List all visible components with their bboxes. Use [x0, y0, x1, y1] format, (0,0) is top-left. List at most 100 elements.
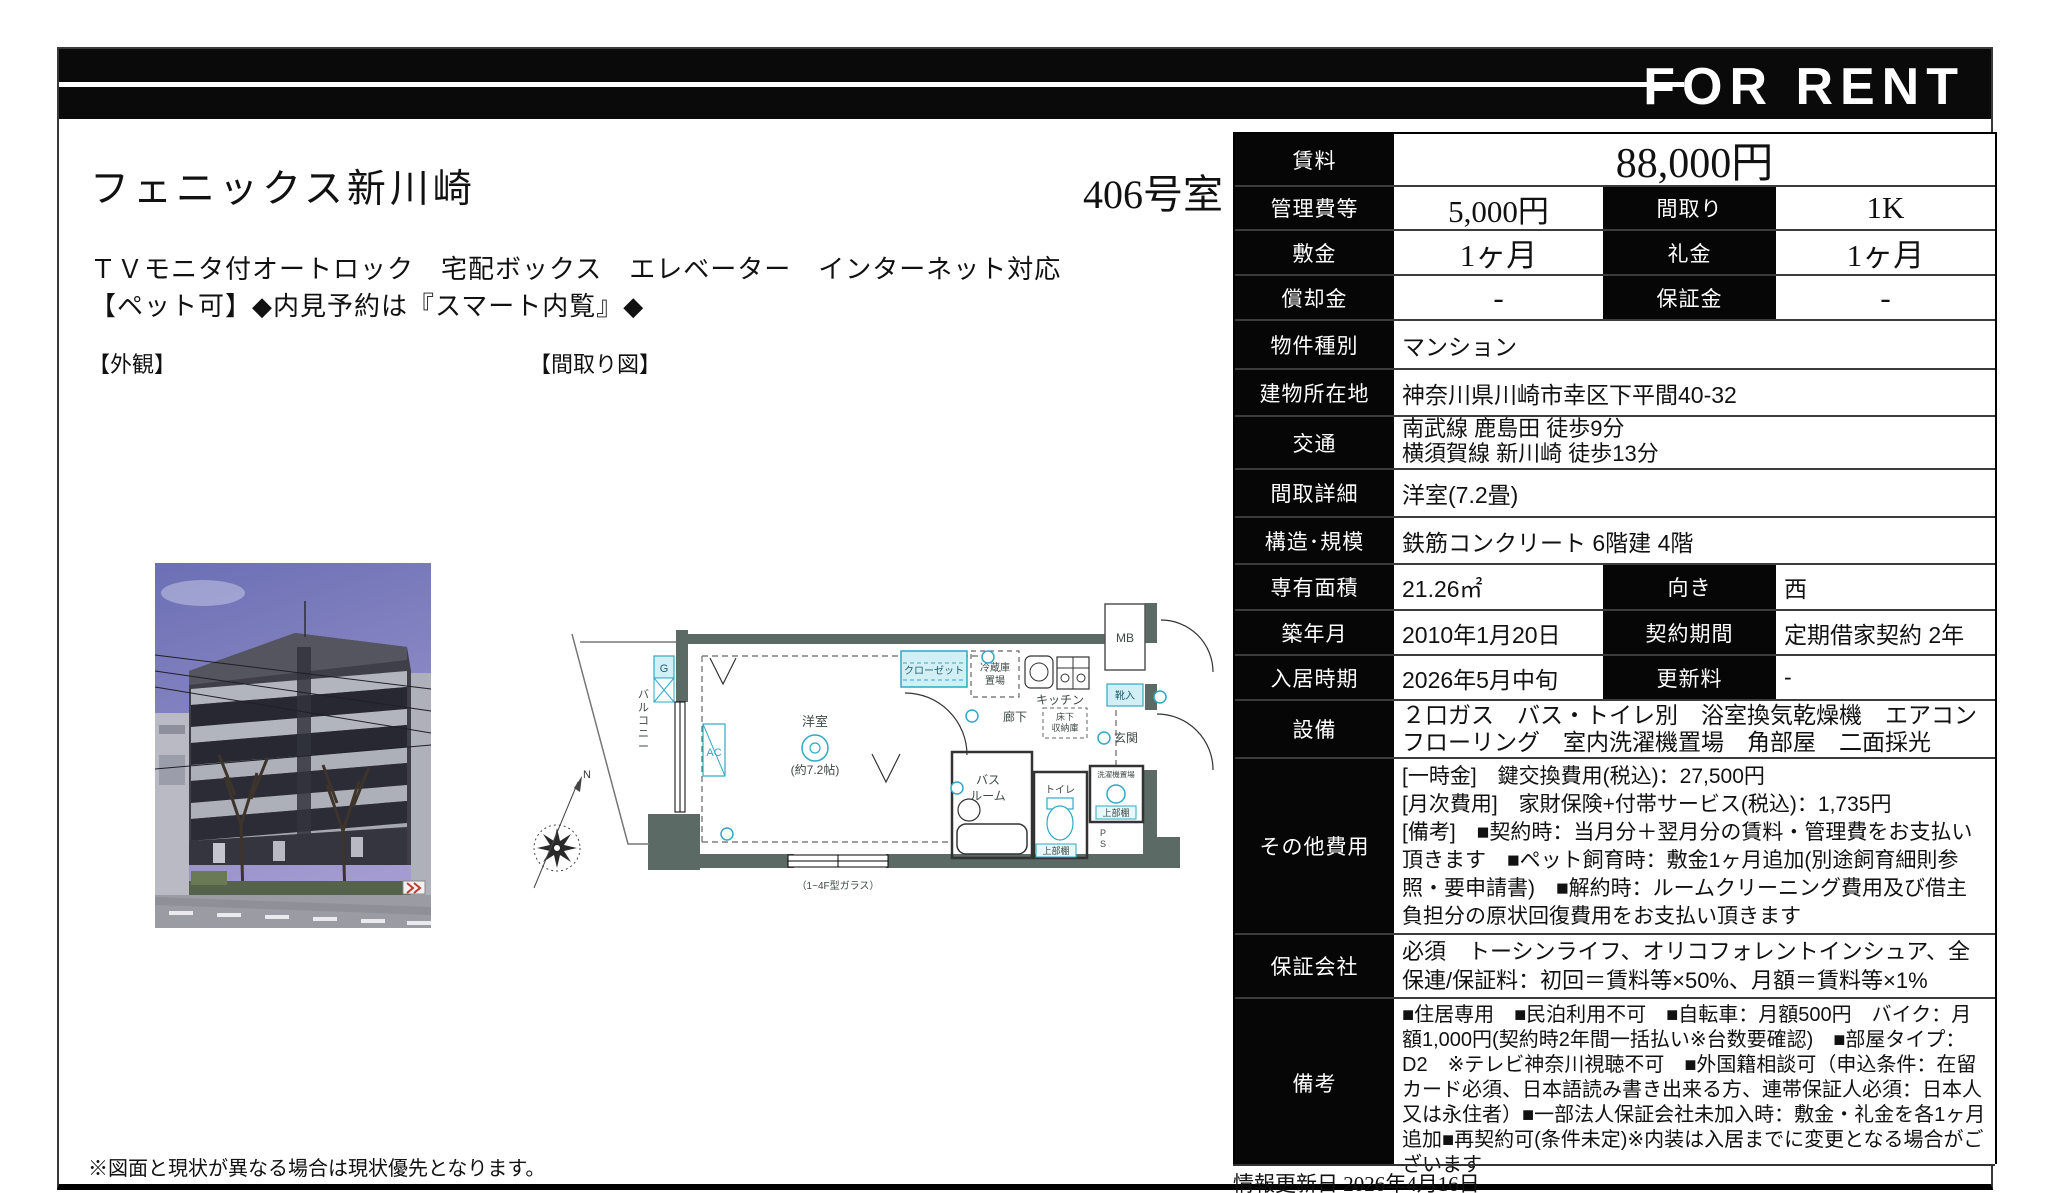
compass: N — [534, 769, 591, 888]
amortization-value: - — [1394, 276, 1603, 319]
key-money-value: 1ヶ月 — [1776, 231, 1995, 274]
mb-label: MB — [1116, 631, 1134, 645]
area-value: 21.26㎡ — [1394, 565, 1603, 609]
layout-detail-value: 洋室(7.2畳) — [1394, 470, 1995, 516]
fridge-label2: 置場 — [985, 674, 1005, 687]
rent-label: 賃料 — [1235, 134, 1394, 185]
other-costs-line1: [一時金] 鍵交換費用(税込)：27,500円 — [1402, 763, 1987, 791]
glass-note: （1~4F型ガラス） — [797, 879, 880, 892]
other-costs-line2: [月次費用] 家財保険+付帯サービス(税込)：1,735円 — [1402, 791, 1987, 819]
for-rent-title: FOR RENT — [1643, 57, 1965, 117]
road — [155, 895, 431, 928]
g-label: G — [660, 663, 669, 675]
underfloor-label: 床下 — [1056, 711, 1074, 722]
features-line1: ＴＶモニタ付オートロック 宅配ボックス エレベーター インターネット対応 — [90, 249, 1061, 286]
features-line2: 【ペット可】◆内見予約は『スマート内覧』◆ — [90, 286, 644, 323]
table-row: 入居時期 2026年5月中旬 更新料 - — [1235, 656, 1995, 701]
upper-shelf-label: 上部棚 — [1042, 845, 1069, 856]
table-row: 備考 ■住居専用 ■民泊利用不可 ■自転車：月額500円 バイク：月額1,000… — [1235, 999, 1995, 1166]
renewal-fee-label: 更新料 — [1603, 656, 1776, 699]
move-in-label: 入居時期 — [1235, 656, 1394, 699]
deposit-label: 敷金 — [1235, 231, 1394, 274]
kitchen-label: キッチン — [1036, 693, 1084, 707]
other-costs-value: [一時金] 鍵交換費用(税込)：27,500円 [月次費用] 家財保険+付帯サー… — [1394, 759, 1995, 933]
closet-label: クローゼット — [904, 665, 964, 677]
guarantor-company-text: 必須 トーシンライフ、オリコフォレントインシュア、全保連/保証料：初回＝賃料等×… — [1394, 933, 1995, 999]
washer-label: 洗濯機置場 — [1097, 769, 1135, 779]
deposit-value: 1ヶ月 — [1394, 231, 1603, 274]
contract-period-label: 契約期間 — [1603, 611, 1776, 654]
floorplan-drawing: バルコニー （1~4F型ガラス） MB クローゼ — [520, 596, 1238, 928]
neighbor-building-left — [155, 713, 189, 898]
ps-label: PS — [1100, 828, 1106, 849]
area-label: 専有面積 — [1235, 565, 1394, 609]
traffic-sign — [403, 881, 425, 894]
table-row: 管理費等 5,000円 間取り 1K — [1235, 187, 1995, 231]
amortization-label: 償却金 — [1235, 276, 1394, 319]
equipment-text: ２口ガス バス・トイレ別 浴室換気乾燥機 エアコン フローリング 室内洗濯機置場… — [1394, 698, 1995, 760]
management-fee-label: 管理費等 — [1235, 187, 1394, 229]
guarantor-company-value: 必須 トーシンライフ、オリコフォレントインシュア、全保連/保証料：初回＝賃料等×… — [1394, 935, 1995, 997]
remarks-text: ■住居専用 ■民泊利用不可 ■自転車：月額500円 バイク：月額1,000円(契… — [1394, 999, 1995, 1182]
contract-period-value: 定期借家契約 2年 — [1776, 611, 1995, 654]
header-band: FOR RENT — [59, 49, 1991, 119]
layout-value: 1K — [1776, 187, 1995, 229]
washbasin-icon — [958, 799, 980, 821]
table-row: 建物所在地 神奈川県川崎市幸区下平間40-32 — [1235, 370, 1995, 417]
bath-label: バス — [976, 773, 1000, 787]
equipment-label: 設備 — [1235, 701, 1394, 757]
north-label: N — [583, 769, 591, 781]
address-label: 建物所在地 — [1235, 370, 1394, 415]
header-stripe — [59, 82, 1684, 87]
guarantee-money-value: - — [1776, 276, 1995, 319]
hallway-label: 廊下 — [1003, 709, 1027, 724]
structure-label: 構造･規模 — [1235, 518, 1394, 563]
table-row: 物件種別 マンション — [1235, 321, 1995, 370]
ceiling-light-icon — [802, 735, 828, 761]
address-value: 神奈川県川崎市幸区下平間40-32 — [1394, 370, 1995, 415]
shoebox-label: 靴入 — [1115, 689, 1135, 702]
table-row: 交通 南武線 鹿島田 徒歩9分 横須賀線 新川崎 徒歩13分 — [1235, 417, 1995, 470]
table-row: 賃料 88,000円 — [1235, 134, 1995, 187]
table-row: 償却金 - 保証金 - — [1235, 276, 1995, 321]
table-row: 築年月 2010年1月20日 契約期間 定期借家契約 2年 — [1235, 611, 1995, 656]
structure-value: 鉄筋コンクリート 6階建 4階 — [1394, 518, 1995, 563]
table-row: 専有面積 21.26㎡ 向き 西 — [1235, 565, 1995, 611]
rent-value: 88,000円 — [1394, 134, 1995, 185]
property-type-value: マンション — [1394, 321, 1995, 368]
neighbor-building-right — [411, 673, 431, 898]
table-row: その他費用 [一時金] 鍵交換費用(税込)：27,500円 [月次費用] 家財保… — [1235, 759, 1995, 935]
facing-label: 向き — [1603, 565, 1776, 609]
key-money-label: 礼金 — [1603, 231, 1776, 274]
transport-value: 南武線 鹿島田 徒歩9分 横須賀線 新川崎 徒歩13分 — [1394, 417, 1995, 468]
balcony-label: バルコニー — [638, 688, 649, 753]
table-row: 設備 ２口ガス バス・トイレ別 浴室換気乾燥機 エアコン フローリング 室内洗濯… — [1235, 701, 1995, 759]
toilet-label: トイレ — [1045, 785, 1075, 796]
transport-line1: 南武線 鹿島田 徒歩9分 — [1402, 416, 1659, 441]
rental-flyer: FOR RENT フェニックス新川崎 406号室 ＴＶモニタ付オートロック 宅配… — [0, 0, 2056, 1193]
room-number: 406号室 — [1083, 162, 1223, 220]
entrance-label: 玄関 — [1114, 730, 1138, 745]
info-updated-date: 情報更新日 2026年4月16日 — [1233, 1164, 1995, 1190]
facing-value: 西 — [1776, 565, 1995, 609]
table-row: 敷金 1ヶ月 礼金 1ヶ月 — [1235, 231, 1995, 276]
floorplan-label: 【間取り図】 — [529, 347, 661, 379]
exterior-photo — [155, 563, 431, 928]
footnote: ※図面と現状が異なる場合は現状優先となります。 — [88, 1152, 545, 1181]
light-icon-entrance — [1098, 732, 1110, 744]
table-row: 構造･規模 鉄筋コンクリート 6階建 4階 — [1235, 518, 1995, 565]
other-costs-label: その他費用 — [1235, 759, 1394, 933]
property-type-label: 物件種別 — [1235, 321, 1394, 368]
remarks-value: ■住居専用 ■民泊利用不可 ■自転車：月額500円 バイク：月額1,000円(契… — [1394, 999, 1995, 1166]
washer-icon — [1107, 785, 1125, 803]
property-title: フェニックス新川崎 — [90, 158, 476, 214]
other-costs-line3: [備考] ■契約時：当月分＋翌月分の賃料・管理費をお支払い頂きます ■ペット飼育… — [1402, 819, 1987, 931]
underfloor-label2: 収納庫 — [1051, 722, 1078, 733]
table-row: 間取詳細 洋室(7.2畳) — [1235, 470, 1995, 518]
upper-shelf-label2: 上部棚 — [1102, 807, 1129, 818]
built-date-label: 築年月 — [1235, 611, 1394, 654]
ac-label: AC — [706, 747, 721, 759]
room-label: 洋室 — [802, 714, 828, 729]
built-date-value: 2010年1月20日 — [1394, 611, 1603, 654]
fridge-label: 冷蔵庫 — [980, 661, 1010, 674]
